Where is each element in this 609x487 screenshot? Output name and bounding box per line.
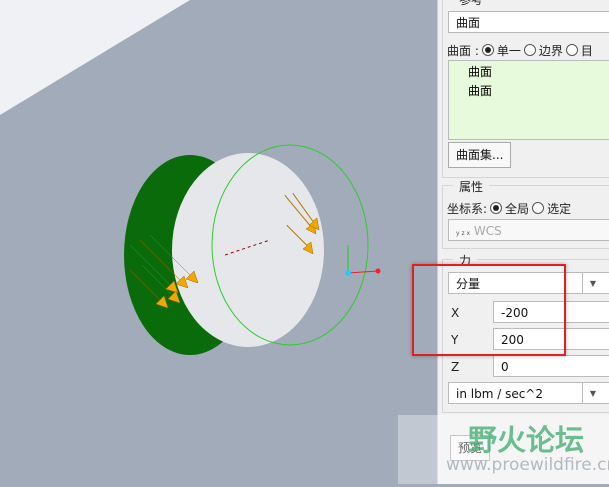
z-label: Z	[451, 360, 460, 374]
option-third[interactable]: 目	[581, 44, 593, 58]
surface-list[interactable]: 曲面 曲面	[448, 60, 609, 140]
csys-label: 坐标系:	[447, 202, 488, 216]
units-select[interactable]: in lbm / sec^2 ▼	[448, 382, 609, 404]
highlight-box	[412, 264, 566, 356]
properties-legend: 属性	[453, 178, 490, 195]
properties-group: 属性 坐标系: 全局 选定 y z x WCS	[442, 178, 609, 249]
radio-single[interactable]	[481, 44, 494, 56]
csys-axes-icon: y z x	[456, 230, 471, 237]
option-single[interactable]: 单一	[497, 44, 521, 58]
reference-group: 参考 曲面 曲面 : 单一 边界 目 曲面 曲面 曲面集...	[442, 0, 609, 178]
surface-type-row: 曲面 : 单一 边界 目	[447, 42, 593, 59]
list-item[interactable]: 曲面	[468, 82, 492, 99]
radio-third[interactable]	[565, 44, 578, 56]
csys-triad	[345, 245, 381, 276]
surface-set-button[interactable]: 曲面集...	[448, 142, 512, 168]
option-boundary[interactable]: 边界	[539, 44, 563, 58]
cylinder-end-face	[172, 153, 324, 347]
3d-viewport[interactable]	[0, 0, 437, 484]
background-plane	[0, 0, 190, 115]
radio-selected[interactable]	[532, 202, 545, 214]
watermark-url: www.proewildfire.cn	[446, 455, 609, 475]
units-value: in lbm / sec^2	[456, 387, 543, 401]
csys-field[interactable]: y z x WCS	[448, 219, 609, 241]
chevron-down-icon[interactable]: ▼	[582, 273, 603, 293]
watermark-title: 野火论坛	[468, 423, 585, 457]
reference-legend: 参考	[453, 0, 490, 8]
force-load-panel: 参考 曲面 曲面 : 单一 边界 目 曲面 曲面 曲面集... 属性 坐标系: 全局 选定…	[437, 0, 609, 484]
z-input[interactable]: 0	[493, 355, 609, 377]
list-item[interactable]: 曲面	[468, 63, 492, 80]
watermark: 野火论坛 www.proewildfire.cn	[398, 415, 609, 484]
csys-value: WCS	[473, 224, 502, 238]
option-selected[interactable]: 选定	[547, 202, 571, 216]
model-view	[0, 0, 381, 355]
radio-boundary[interactable]	[523, 44, 536, 56]
csys-row: 坐标系: 全局 选定	[447, 200, 571, 217]
chevron-down-icon[interactable]: ▼	[582, 383, 603, 403]
radio-global[interactable]	[490, 202, 503, 214]
surface-type-label: 曲面 :	[447, 44, 479, 58]
option-global[interactable]: 全局	[505, 202, 529, 216]
reference-selector[interactable]: 曲面	[448, 11, 609, 33]
